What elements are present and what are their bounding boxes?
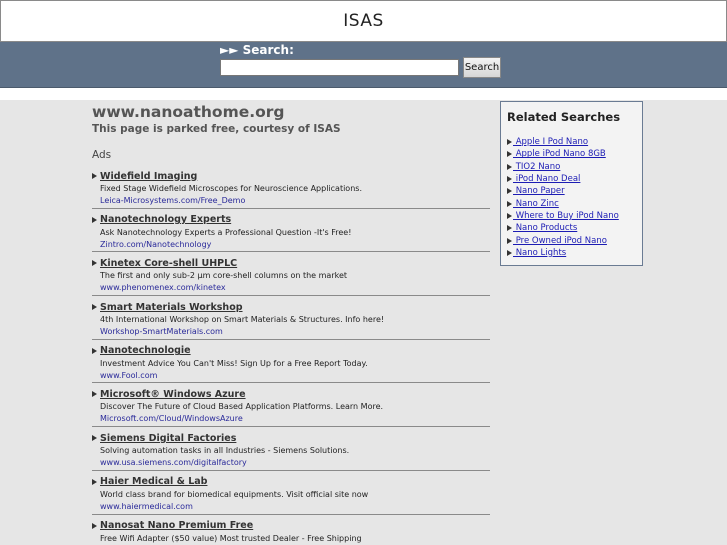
ad-title-link[interactable]: Haier Medical & Lab — [100, 476, 207, 487]
related-search-link[interactable]: Apple iPod Nano 8GB — [513, 149, 606, 159]
related-searches-list: Apple I Pod Nano Apple iPod Nano 8GB TIO… — [507, 136, 636, 259]
ad-item: Nanotechnology Experts Ask Nanotechnology… — [92, 209, 490, 253]
triangle-right-icon — [92, 478, 97, 485]
triangle-right-icon — [507, 200, 512, 207]
ad-url-link[interactable]: www.phenomenex.com/kinetex — [100, 283, 490, 292]
triangle-right-icon — [507, 188, 512, 195]
parked-subtitle: This page is parked free, courtesy of IS… — [92, 123, 341, 135]
ad-title-row: Nanosat Nano Premium Free — [92, 519, 490, 533]
ad-title-link[interactable]: Nanotechnologie — [100, 345, 191, 356]
ad-item: Haier Medical & Lab World class brand for… — [92, 471, 490, 515]
ad-url-link[interactable]: www.usa.siemens.com/digitalfactory — [100, 458, 490, 467]
ad-url-link[interactable]: Workshop-SmartMaterials.com — [100, 327, 490, 336]
ad-description: Investment Advice You Can't Miss! Sign U… — [100, 358, 368, 368]
search-input[interactable] — [220, 59, 459, 76]
triangle-right-icon — [507, 163, 512, 170]
related-search-item[interactable]: Nano Products — [507, 222, 636, 234]
ad-url-link[interactable]: Zintro.com/Nanotechnology — [100, 240, 490, 249]
related-search-link[interactable]: Nano Zinc — [513, 199, 559, 209]
triangle-right-icon — [92, 304, 97, 311]
ad-title-link[interactable]: Nanotechnology Experts — [100, 214, 231, 225]
ads-list: Widefield Imaging Fixed Stage Widefield M… — [92, 165, 492, 545]
ad-description: Solving automation tasks in all Industri… — [100, 446, 350, 456]
related-search-link[interactable]: Where to Buy iPod Nano — [513, 211, 619, 221]
ad-title-link[interactable]: Microsoft® Windows Azure — [100, 389, 246, 400]
ad-title-link[interactable]: Widefield Imaging — [100, 171, 197, 182]
search-label: ►► Search: — [220, 43, 294, 57]
domain-title: www.nanoathome.org — [92, 103, 285, 121]
triangle-right-icon — [507, 225, 512, 232]
ad-description: The first and only sub-2 µm core-shell c… — [100, 271, 348, 281]
ad-url-link[interactable]: Leica-Microsystems.com/Free_Demo — [100, 196, 490, 205]
ad-title-link[interactable]: Smart Materials Workshop — [100, 302, 243, 313]
ad-item: Nanosat Nano Premium Free Free Wifi Adapt… — [92, 515, 490, 545]
ad-title-row: Microsoft® Windows Azure — [92, 387, 490, 401]
related-search-link[interactable]: Nano Paper — [513, 186, 565, 196]
site-header: ISAS — [0, 0, 727, 42]
triangle-right-icon — [92, 260, 97, 267]
ad-title-link[interactable]: Siemens Digital Factories — [100, 433, 236, 444]
header-divider-strip — [0, 88, 727, 100]
related-search-link[interactable]: TIO2 Nano — [513, 162, 561, 172]
triangle-right-icon — [507, 176, 512, 183]
related-search-item[interactable]: Nano Zinc — [507, 197, 636, 209]
related-searches-title: Related Searches — [507, 110, 621, 124]
ad-title-link[interactable]: Kinetex Core-shell UHPLC — [100, 258, 237, 269]
ad-item: Nanotechnologie Investment Advice You Can… — [92, 340, 490, 384]
ad-title-row: Smart Materials Workshop — [92, 300, 490, 314]
related-search-item[interactable]: TIO2 Nano — [507, 161, 636, 173]
ad-description: Discover The Future of Cloud Based Appli… — [100, 402, 384, 412]
triangle-right-icon — [507, 212, 512, 219]
related-search-item[interactable]: Nano Lights — [507, 247, 636, 259]
related-searches-panel: Related Searches Apple I Pod Nano Apple … — [500, 101, 643, 266]
related-search-link[interactable]: Pre Owned iPod Nano — [513, 236, 607, 246]
main-content: www.nanoathome.org This page is parked f… — [92, 103, 492, 545]
triangle-right-icon — [92, 347, 97, 354]
ad-title-row: Nanotechnology Experts — [92, 213, 490, 227]
ad-title-row: Nanotechnologie — [92, 344, 490, 358]
ad-title-row: Widefield Imaging — [92, 169, 490, 183]
triangle-right-icon — [92, 173, 97, 179]
triangle-right-icon — [92, 435, 97, 442]
triangle-right-icon — [507, 151, 512, 158]
related-search-link[interactable]: Nano Lights — [513, 248, 567, 258]
ad-title-row: Haier Medical & Lab — [92, 475, 490, 489]
ad-url-link[interactable]: Microsoft.com/Cloud/WindowsAzure — [100, 414, 490, 423]
ad-description: Fixed Stage Widefield Microscopes for Ne… — [100, 184, 362, 193]
ad-url-link[interactable]: www.haiermedical.com — [100, 502, 490, 511]
related-search-item[interactable]: Where to Buy iPod Nano — [507, 210, 636, 222]
ad-description: Free Wifi Adapter ($50 value) Most trust… — [100, 533, 362, 543]
ad-title-row: Siemens Digital Factories — [92, 431, 490, 445]
ad-item: Siemens Digital Factories Solving automat… — [92, 427, 490, 471]
related-search-link[interactable]: Apple I Pod Nano — [513, 137, 588, 147]
ad-description: Ask Nanotechnology Experts a Professiona… — [100, 227, 352, 237]
ad-title-link[interactable]: Nanosat Nano Premium Free — [100, 520, 253, 531]
triangle-right-icon — [507, 249, 512, 256]
ad-url-link[interactable]: www.Fool.com — [100, 371, 490, 380]
search-bar: ►► Search: Search — [0, 42, 727, 88]
triangle-right-icon — [92, 522, 97, 529]
ad-item: Kinetex Core-shell UHPLC The first and on… — [92, 252, 490, 297]
related-search-item[interactable]: Apple I Pod Nano — [507, 136, 636, 148]
related-search-item[interactable]: iPod Nano Deal — [507, 173, 636, 185]
triangle-right-icon — [92, 391, 97, 398]
ad-title-row: Kinetex Core-shell UHPLC — [92, 256, 490, 270]
related-search-link[interactable]: Nano Products — [513, 223, 578, 233]
site-title: ISAS — [343, 11, 384, 31]
ad-item: Microsoft® Windows Azure Discover The Fut… — [92, 383, 490, 428]
ad-item: Widefield Imaging Fixed Stage Widefield M… — [92, 165, 490, 209]
related-search-item[interactable]: Pre Owned iPod Nano — [507, 234, 636, 246]
ad-description: World class brand for biomedical equipme… — [100, 489, 369, 499]
ad-description: 4th International Workshop on Smart Mate… — [100, 315, 385, 325]
triangle-right-icon — [507, 139, 512, 146]
related-search-link[interactable]: iPod Nano Deal — [513, 174, 581, 184]
related-search-item[interactable]: Apple iPod Nano 8GB — [507, 148, 636, 160]
ad-item: Smart Materials Workshop 4th Internationa… — [92, 296, 490, 340]
search-button[interactable]: Search — [463, 57, 501, 78]
related-search-item[interactable]: Nano Paper — [507, 185, 636, 197]
triangle-right-icon — [507, 237, 512, 244]
triangle-right-icon — [92, 216, 97, 223]
ads-label: Ads — [92, 149, 112, 161]
